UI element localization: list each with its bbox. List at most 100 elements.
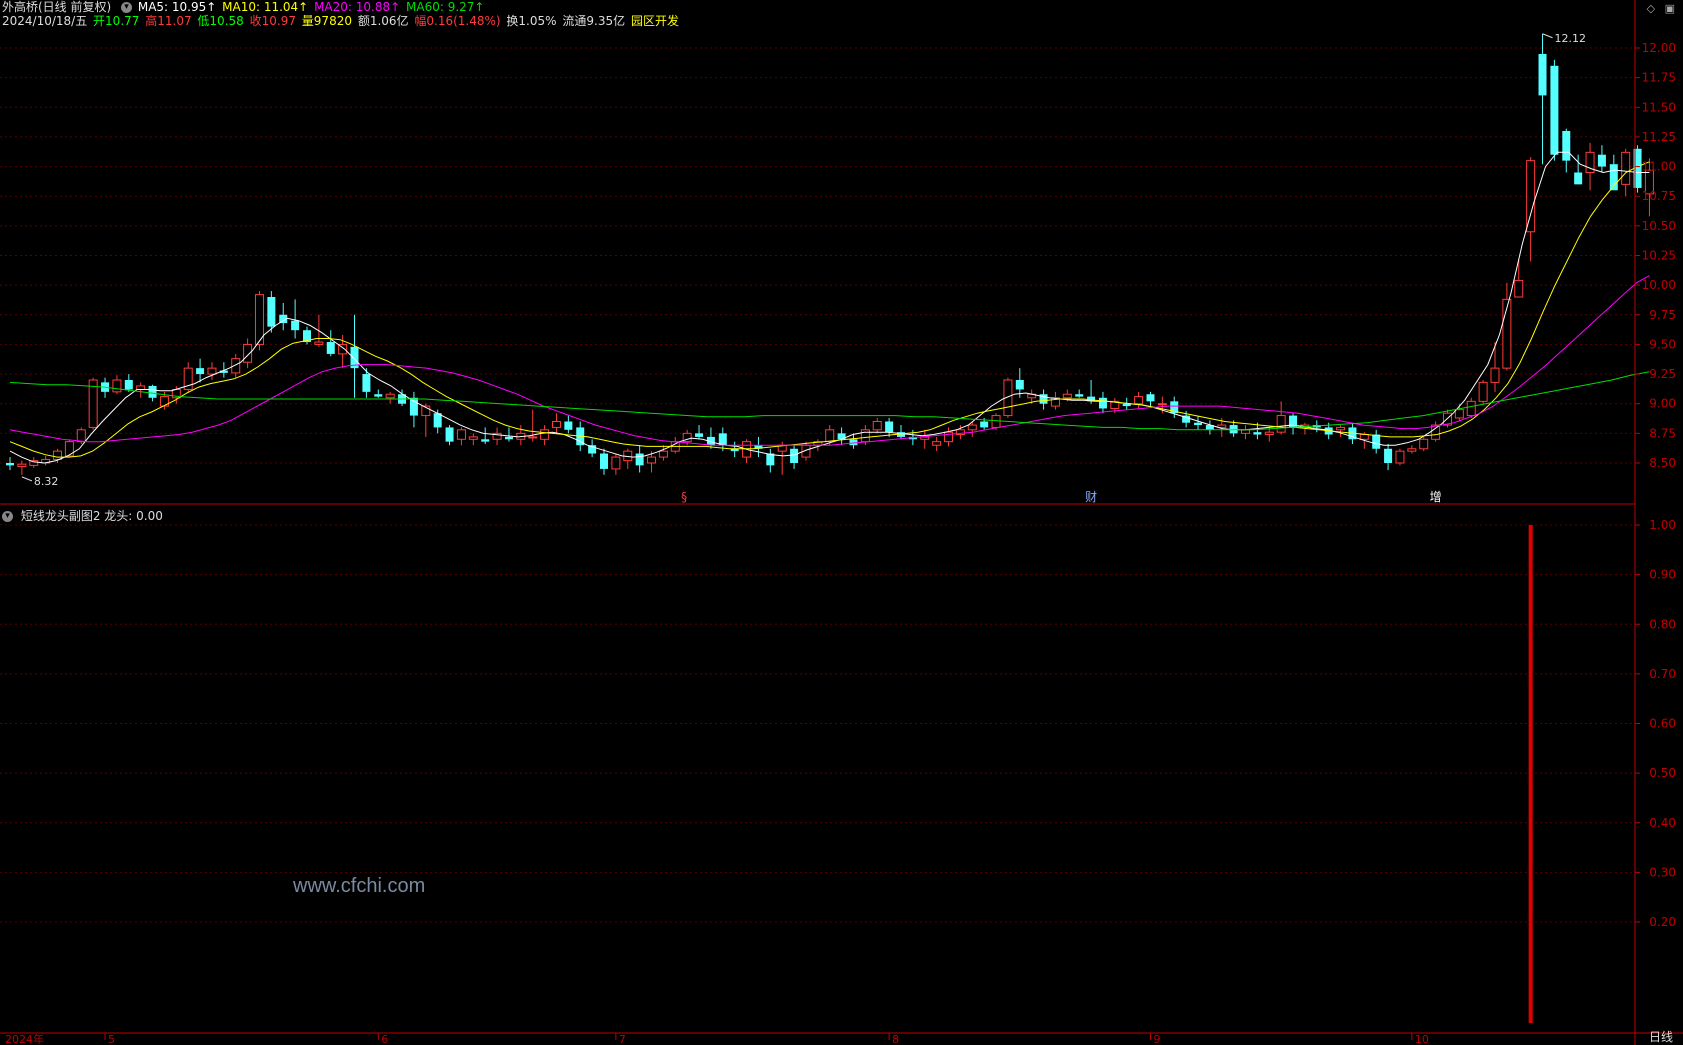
indicator-tick-label: 0.30 bbox=[1649, 865, 1676, 879]
candle-body-up bbox=[967, 424, 977, 431]
candle-body-up bbox=[528, 436, 538, 439]
quote-open: 开10.77 bbox=[93, 14, 140, 28]
candle-body-up bbox=[1134, 396, 1144, 405]
price-tick-label: 10.00 bbox=[1642, 278, 1676, 292]
candle-body-down bbox=[1562, 131, 1571, 161]
min-price-label: 8.32 bbox=[34, 475, 59, 488]
candle-body-up bbox=[17, 463, 27, 468]
candle-body-down bbox=[481, 439, 490, 442]
candle-body-down bbox=[374, 394, 383, 397]
grid-lines bbox=[0, 47, 1635, 923]
quote-date: 2024/10/18/五 bbox=[2, 14, 88, 28]
indicator-tick-label: 0.20 bbox=[1649, 915, 1676, 929]
price-tick-label: 11.25 bbox=[1642, 130, 1676, 144]
candle-body-down bbox=[1384, 448, 1393, 463]
indicator-tick-label: 0.60 bbox=[1649, 717, 1676, 731]
quote-amount: 额1.06亿 bbox=[357, 14, 409, 28]
price-tick-label: 11.00 bbox=[1642, 160, 1676, 174]
candle-body-up bbox=[872, 421, 882, 431]
price-tick-label: 9.75 bbox=[1649, 308, 1676, 322]
price-tick-label: 11.75 bbox=[1642, 71, 1676, 85]
event-marker: 增 bbox=[1430, 490, 1442, 504]
candle-body-down bbox=[326, 342, 335, 354]
candle-body-down bbox=[1075, 394, 1084, 397]
candle-body-down bbox=[1146, 394, 1155, 402]
stock-name[interactable]: 外高桥(日线 前复权) bbox=[2, 0, 111, 14]
candle-body-up bbox=[243, 343, 253, 363]
candle-body-up bbox=[1431, 424, 1441, 440]
diamond-icon[interactable]: ◇ bbox=[1647, 2, 1655, 15]
quote-low: 低10.58 bbox=[197, 14, 244, 28]
ma60-label: MA60: 9.27↑ bbox=[406, 0, 485, 14]
candle-body-down bbox=[409, 397, 418, 416]
indicator-title[interactable]: 短线龙头副图2 bbox=[21, 509, 101, 523]
indicator-tick-label: 0.90 bbox=[1649, 568, 1676, 582]
price-tick-label: 8.50 bbox=[1649, 456, 1676, 470]
panel-icon[interactable]: ▣ bbox=[1665, 2, 1675, 15]
candle-body-up bbox=[991, 415, 1001, 428]
candle-body-down bbox=[635, 453, 644, 466]
candle-body-down bbox=[600, 453, 608, 469]
price-header: 外高桥(日线 前复权) ▾ MA5: 10.95↑ MA10: 11.04↑ M… bbox=[2, 0, 486, 15]
candle-body-down bbox=[196, 368, 205, 375]
candle-body-up bbox=[1276, 415, 1286, 433]
indicator-tick-label: 0.40 bbox=[1649, 816, 1676, 830]
indicator-tick-label: 0.50 bbox=[1649, 766, 1676, 780]
ma-line-ma60 bbox=[9, 371, 1650, 431]
ma10-label: MA10: 11.04↑ bbox=[222, 0, 309, 14]
candle-body-up bbox=[1157, 403, 1167, 406]
stock-chart[interactable]: 12.12 8.32 § 财 增 12.00 11.75 11.50 11.25 11.00 10… bbox=[0, 0, 1683, 1045]
candle-body-up bbox=[1454, 409, 1464, 419]
quote-close: 收10.97 bbox=[249, 14, 296, 28]
candle-body-down bbox=[124, 380, 133, 390]
candle-body-up bbox=[76, 429, 86, 443]
candle-body-down bbox=[1098, 397, 1107, 409]
dropdown-icon[interactable]: ▾ bbox=[121, 2, 133, 13]
candle-body-up bbox=[1407, 448, 1417, 452]
month-tick-label: 10 bbox=[1415, 1033, 1429, 1045]
period-label[interactable]: 日线 bbox=[1649, 1028, 1673, 1045]
indicator-tick-label: 0.80 bbox=[1649, 617, 1676, 631]
candle-body-up bbox=[64, 441, 74, 457]
candle-body-up bbox=[658, 450, 668, 458]
candle-body-down bbox=[980, 421, 989, 428]
month-tick-label: 6 bbox=[381, 1033, 388, 1045]
candle-body-down bbox=[1194, 422, 1202, 426]
candle-body-up bbox=[551, 421, 561, 428]
event-marker: § bbox=[681, 490, 687, 504]
month-tick-label: 5 bbox=[108, 1033, 115, 1045]
candle-body-up bbox=[112, 379, 122, 393]
candle-body-up bbox=[1621, 151, 1631, 185]
candle-body-up bbox=[647, 456, 657, 464]
watermark: www.cfchi.com bbox=[293, 875, 426, 897]
signal-bar bbox=[1528, 525, 1533, 1023]
candle-body-up bbox=[1490, 367, 1500, 383]
candle-body-down bbox=[695, 433, 704, 437]
candle-body-up bbox=[1359, 434, 1369, 440]
candle-body-up bbox=[88, 379, 98, 428]
candle-body-up bbox=[1395, 450, 1405, 464]
candle-body-down bbox=[1015, 380, 1024, 390]
indicator-tick-label: 1.00 bbox=[1649, 518, 1676, 532]
price-tick-label: 9.25 bbox=[1649, 367, 1676, 381]
month-tick-label: 8 bbox=[892, 1033, 899, 1045]
min-price-arrow bbox=[21, 476, 33, 482]
quote-high: 高11.07 bbox=[145, 14, 192, 28]
quote-volume: 量97820 bbox=[301, 14, 352, 28]
price-tick-label: 10.50 bbox=[1642, 219, 1676, 233]
candle-body-down bbox=[6, 463, 14, 466]
month-tick-label: 7 bbox=[619, 1033, 626, 1045]
quote-concept[interactable]: 园区开发 bbox=[631, 14, 679, 28]
candle-body-up bbox=[540, 429, 550, 440]
candle-body-up bbox=[1336, 426, 1346, 431]
candle-body-down bbox=[267, 297, 276, 327]
price-tick-label: 8.75 bbox=[1649, 426, 1676, 440]
candle-body-down bbox=[1574, 172, 1583, 185]
month-tick-label: 9 bbox=[1153, 1033, 1160, 1045]
candle-body-up bbox=[1062, 393, 1072, 399]
dropdown-icon[interactable]: ▾ bbox=[2, 511, 13, 522]
candle-body-up bbox=[1514, 279, 1524, 298]
indicator-tick-label: 0.70 bbox=[1649, 667, 1676, 681]
candle-body-down bbox=[445, 427, 454, 442]
candle-body-up bbox=[1264, 431, 1274, 436]
